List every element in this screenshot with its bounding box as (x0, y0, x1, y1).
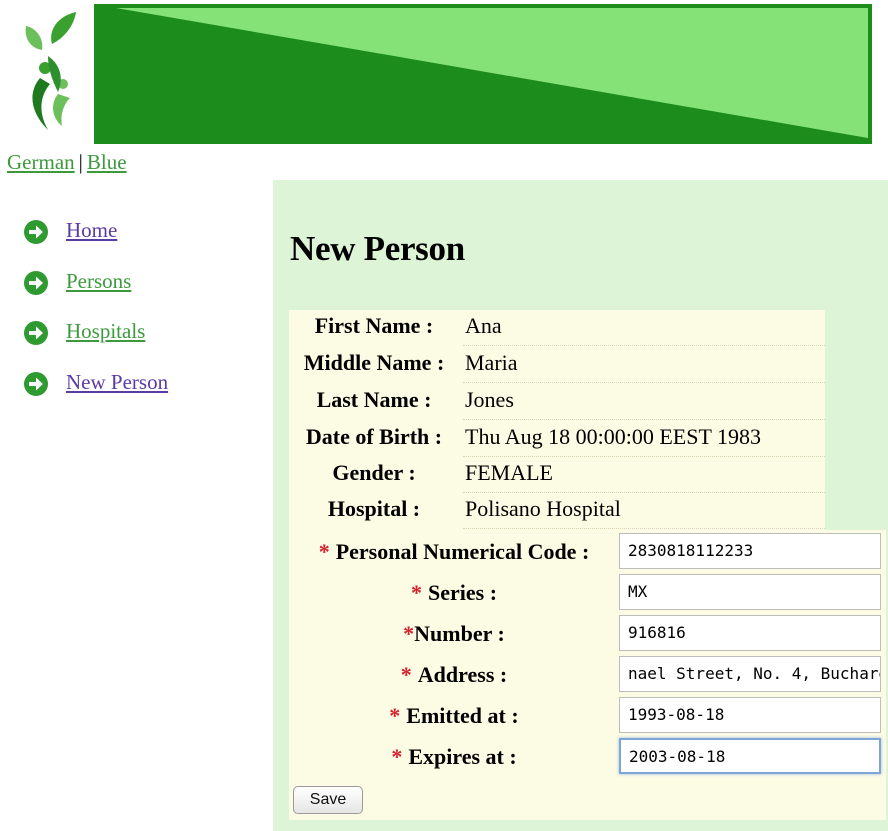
last-name-label: Last Name : (316, 387, 432, 412)
page-title: New Person (290, 229, 465, 268)
gender-label: Gender : (332, 460, 416, 485)
required-marker: * (410, 580, 422, 605)
date-of-birth-value: Thu Aug 18 00:00:00 EEST 1983 (463, 421, 825, 457)
expires-at-label: * Expires at : (391, 744, 517, 769)
info-row-hospital: Hospital : Polisano Hospital (289, 493, 825, 530)
required-marker: * (403, 621, 415, 646)
hospital-value: Polisano Hospital (463, 493, 825, 529)
arrow-right-icon (24, 371, 48, 396)
info-row-middle-name: Middle Name : Maria (289, 347, 825, 384)
address-label: * Address : (400, 662, 508, 687)
personal-numerical-code-label: * Personal Numerical Code : (318, 539, 590, 564)
nav-item-persons: Persons (24, 269, 168, 320)
personal-numerical-code-input[interactable]: 2830818112233 (619, 533, 881, 569)
gender-value: FEMALE (463, 457, 825, 493)
nav-item-home: Home (24, 218, 168, 269)
nav-link-new-person[interactable]: New Person (66, 370, 168, 395)
nav-item-new-person: New Person (24, 370, 168, 421)
middle-name-value: Maria (463, 347, 825, 383)
sidebar-nav: Home Persons Hospitals New Person (24, 218, 168, 420)
nav-item-hospitals: Hospitals (24, 319, 168, 370)
locale-theme-links: German | Blue (7, 150, 127, 175)
last-name-value: Jones (463, 384, 825, 420)
form-row-address: * Address : nael Street, No. 4, Bucharest (289, 654, 886, 695)
date-of-birth-label: Date of Birth : (305, 424, 443, 449)
save-button[interactable]: Save (293, 786, 363, 814)
info-row-first-name: First Name : Ana (289, 310, 825, 347)
info-row-gender: Gender : FEMALE (289, 457, 825, 494)
form-row-series: * Series : MX (289, 572, 886, 613)
link-separator: | (78, 150, 83, 174)
emitted-at-label: * Emitted at : (389, 703, 519, 728)
required-marker: * (389, 703, 401, 728)
required-marker: * (400, 662, 412, 687)
identity-document-form: * Personal Numerical Code : 2830818112233… (289, 530, 886, 820)
logo (25, 12, 76, 130)
header-banner (94, 4, 872, 144)
form-row-emitted-at: * Emitted at : 1993-08-18 (289, 695, 886, 736)
hospital-label: Hospital : (327, 496, 421, 521)
arrow-right-icon (24, 270, 48, 295)
first-name-value: Ana (463, 310, 825, 346)
blue-link[interactable]: Blue (87, 150, 127, 174)
nav-link-persons[interactable]: Persons (66, 269, 131, 294)
required-marker: * (318, 539, 330, 564)
middle-name-label: Middle Name : (303, 350, 445, 375)
form-row-personal-numerical-code: * Personal Numerical Code : 2830818112233 (289, 531, 886, 572)
expires-at-input[interactable]: 2003-08-18 (619, 738, 881, 774)
form-row-number: *Number : 916816 (289, 613, 886, 654)
series-label: * Series : (410, 580, 498, 605)
series-input[interactable]: MX (619, 574, 881, 610)
number-label: *Number : (403, 621, 505, 646)
form-row-expires-at: * Expires at : 2003-08-18 (289, 736, 886, 777)
info-row-date-of-birth: Date of Birth : Thu Aug 18 00:00:00 EEST… (289, 421, 825, 458)
arrow-right-icon (24, 321, 48, 346)
required-marker: * (391, 744, 403, 769)
nav-link-home[interactable]: Home (66, 218, 117, 243)
first-name-label: First Name : (314, 313, 434, 338)
number-input[interactable]: 916816 (619, 615, 881, 651)
arrow-right-icon (24, 220, 48, 244)
address-input[interactable]: nael Street, No. 4, Bucharest (619, 656, 881, 692)
emitted-at-input[interactable]: 1993-08-18 (619, 697, 881, 733)
info-row-last-name: Last Name : Jones (289, 384, 825, 421)
person-info-table: First Name : Ana Middle Name : Maria Las… (289, 310, 825, 530)
german-link[interactable]: German (7, 150, 75, 174)
nav-link-hospitals[interactable]: Hospitals (66, 319, 145, 344)
